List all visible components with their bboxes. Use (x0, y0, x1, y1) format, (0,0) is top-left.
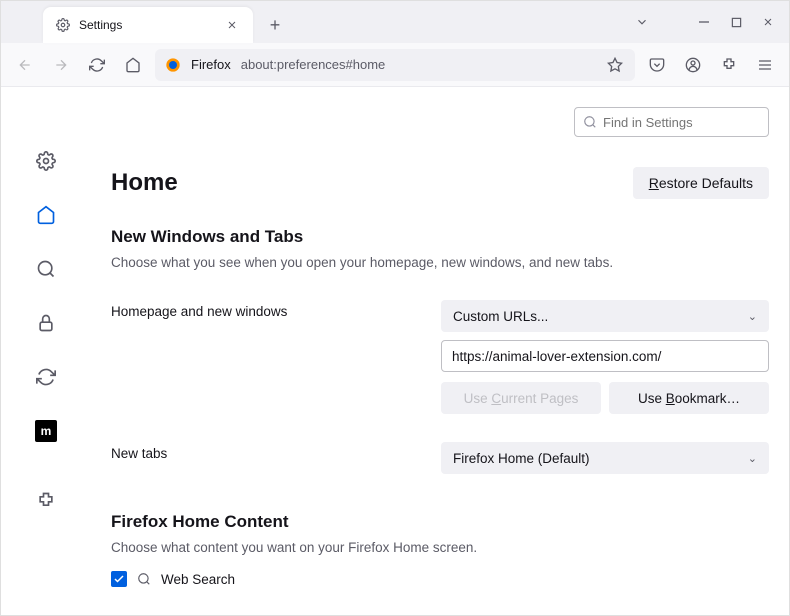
sidebar-search[interactable] (32, 255, 60, 283)
gear-icon (55, 17, 71, 33)
newtabs-select-value: Firefox Home (Default) (453, 451, 590, 466)
homepage-label: Homepage and new windows (111, 300, 441, 319)
url-bar[interactable]: Firefox about:preferences#home (155, 49, 635, 81)
close-window-button[interactable] (753, 8, 783, 36)
extensions-icon[interactable] (715, 51, 743, 79)
window-controls (627, 1, 783, 43)
page-title: Home (111, 169, 178, 197)
use-bookmark-button[interactable]: Use Bookmark… (609, 382, 769, 414)
sidebar-general[interactable] (32, 147, 60, 175)
url-protocol: Firefox (191, 57, 231, 72)
homepage-url-input[interactable] (441, 340, 769, 372)
back-button[interactable] (11, 51, 39, 79)
settings-sidebar: m (1, 87, 91, 615)
home-button[interactable] (119, 51, 147, 79)
active-tab[interactable]: Settings (43, 7, 253, 43)
new-tab-button[interactable]: + (261, 11, 289, 39)
tab-overflow-icon[interactable] (627, 8, 657, 36)
bookmark-star-icon[interactable] (605, 55, 625, 75)
section2-title: Firefox Home Content (111, 512, 769, 532)
tab-bar: Settings + (1, 1, 789, 43)
tab-title: Settings (79, 18, 215, 32)
minimize-button[interactable] (689, 8, 719, 36)
magnify-icon (137, 572, 151, 586)
account-icon[interactable] (679, 51, 707, 79)
mozilla-icon: m (35, 420, 57, 442)
sidebar-privacy[interactable] (32, 309, 60, 337)
settings-search-box[interactable] (574, 107, 769, 137)
url-path: about:preferences#home (241, 57, 595, 72)
restore-defaults-button[interactable]: Restore Defaults (633, 167, 769, 199)
homepage-select[interactable]: Custom URLs... ⌄ (441, 300, 769, 332)
settings-search-input[interactable] (603, 115, 779, 130)
websearch-checkbox[interactable] (111, 571, 127, 587)
section-title: New Windows and Tabs (111, 227, 769, 247)
maximize-button[interactable] (721, 8, 751, 36)
chevron-down-icon: ⌄ (748, 452, 757, 465)
sidebar-home[interactable] (32, 201, 60, 229)
chevron-down-icon: ⌄ (748, 310, 757, 323)
sidebar-mozilla[interactable]: m (32, 417, 60, 445)
search-icon (583, 115, 597, 129)
sidebar-extensions[interactable] (32, 487, 60, 515)
settings-main: Home Restore Defaults New Windows and Ta… (91, 87, 789, 615)
firefox-logo-icon (165, 57, 181, 73)
use-current-pages-button[interactable]: Use Current Pages (441, 382, 601, 414)
newtabs-select[interactable]: Firefox Home (Default) ⌄ (441, 442, 769, 474)
websearch-label: Web Search (161, 572, 235, 587)
forward-button[interactable] (47, 51, 75, 79)
menu-icon[interactable] (751, 51, 779, 79)
tab-close-icon[interactable] (223, 16, 241, 34)
pocket-icon[interactable] (643, 51, 671, 79)
sidebar-sync[interactable] (32, 363, 60, 391)
section-desc: Choose what you see when you open your h… (111, 255, 769, 270)
navigation-toolbar: Firefox about:preferences#home (1, 43, 789, 87)
newtabs-label: New tabs (111, 442, 441, 461)
section2-desc: Choose what content you want on your Fir… (111, 540, 769, 555)
reload-button[interactable] (83, 51, 111, 79)
homepage-select-value: Custom URLs... (453, 309, 548, 324)
